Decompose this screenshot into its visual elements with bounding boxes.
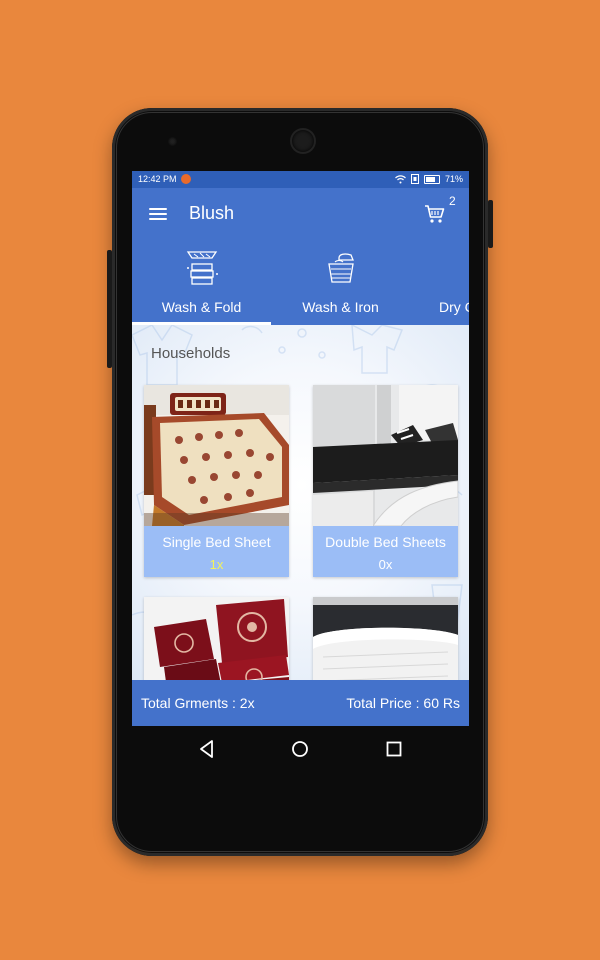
tab-wash-fold[interactable]: Wash & Fold [132,238,271,325]
item-name: Single Bed Sheet [162,534,271,550]
double-bed-sheets-image [313,385,458,526]
power-button [488,200,493,248]
iron-basket-icon [327,253,354,283]
item-quantity: 0x [378,557,393,572]
tab-dry-clean[interactable]: Dry C [410,238,469,325]
section-title: Households [151,345,231,362]
menu-icon[interactable] [149,208,167,220]
status-time: 12:42 PM [138,174,177,184]
sim-icon [410,174,419,184]
front-camera [292,130,314,152]
order-summary-bar: Total Grments : 2x Total Price : 60 Rs [132,680,469,726]
tab-wash-iron[interactable]: Wash & Iron [271,238,410,325]
app-screen: 12:42 PM 71% Blush 2 Wash & Fold Wash & … [132,171,469,726]
items-scroll-area[interactable]: Households Single Bed Sheet 1x Double Be… [132,325,469,680]
status-icons: 71% [395,174,463,184]
recents-icon[interactable] [383,738,405,760]
home-icon[interactable] [289,738,311,760]
tab-label: Dry C [439,299,469,315]
back-icon[interactable] [196,738,218,760]
battery-icon [423,174,440,184]
folded-clothes-icon [186,251,218,285]
cushion-covers-image [144,597,289,680]
item-name: Double Bed Sheets [325,534,446,550]
total-garments: Total Grments : 2x [141,695,255,711]
status-bar: 12:42 PM 71% [132,171,469,188]
battery-percent: 71% [444,174,463,184]
tab-label: Wash & Fold [161,299,242,315]
cart-count-badge: 2 [449,194,456,208]
item-card-double-bed-sheets[interactable]: Double Bed Sheets 0x [313,385,458,577]
tab-label: Wash & Iron [302,299,379,315]
dry-clean-icon [460,248,470,288]
item-card-footer: Double Bed Sheets 0x [313,526,458,577]
item-card-pillow[interactable] [313,597,458,680]
system-nav-bar [132,726,469,772]
app-title: Blush [189,203,235,223]
proximity-sensor [168,137,177,146]
app-bar: Blush 2 [132,188,469,238]
cart-icon[interactable] [424,203,446,225]
item-quantity: 1x [209,557,224,572]
notification-icon [181,174,191,184]
single-bed-sheet-image [144,385,289,526]
pillow-image [313,597,458,680]
service-tabs: Wash & Fold Wash & Iron Dry C [132,238,469,325]
volume-buttons [107,250,112,368]
item-card-single-bed-sheet[interactable]: Single Bed Sheet 1x [144,385,289,577]
wifi-icon [395,174,406,183]
total-price: Total Price : 60 Rs [346,695,460,711]
item-card-footer: Single Bed Sheet 1x [144,526,289,577]
item-card-cushion-covers[interactable] [144,597,289,680]
